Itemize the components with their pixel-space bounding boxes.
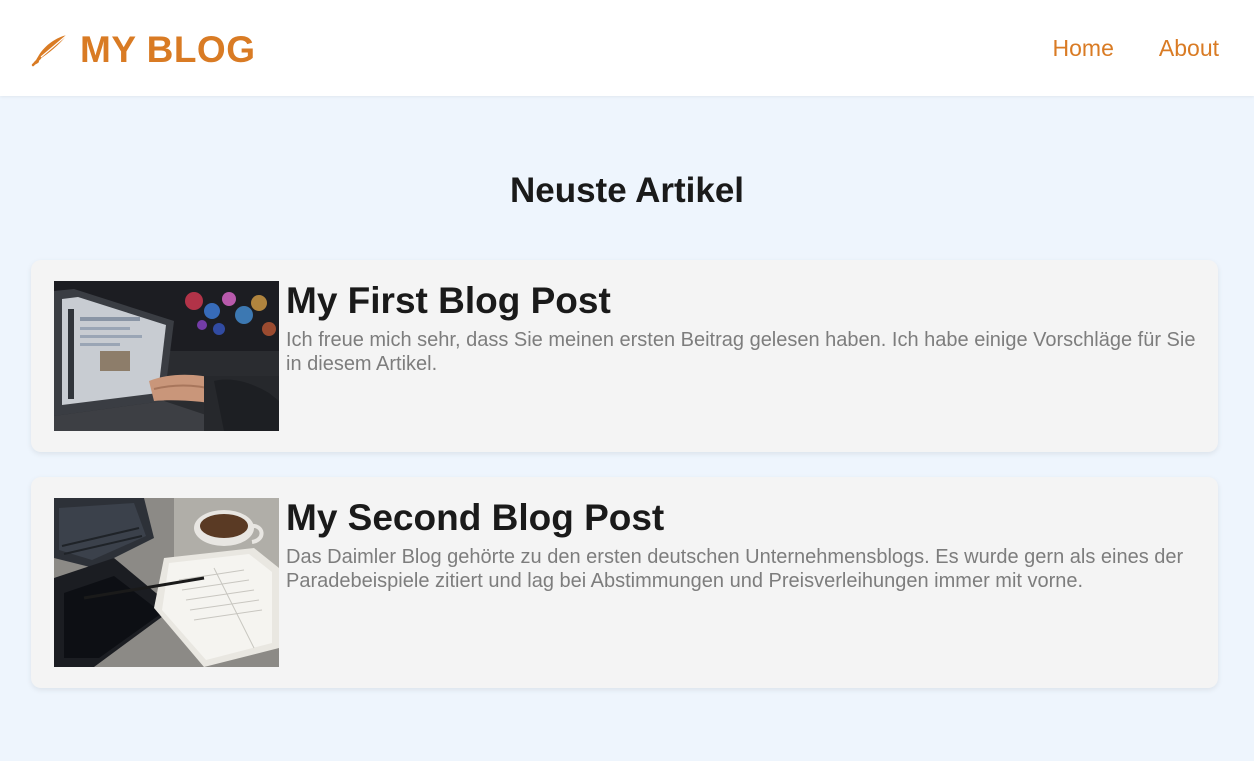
nav-link-home[interactable]: Home [1053,33,1114,63]
feather-pen-icon [31,34,68,67]
main-nav: Home About [1053,33,1219,63]
post-card[interactable]: My Second Blog Post Das Daimler Blog geh… [31,477,1218,688]
notebook-coffee-photo [54,498,279,667]
post-thumbnail-laptop[interactable] [54,281,279,431]
post-thumbnail-notebook[interactable] [54,498,279,667]
brand-logo-link[interactable]: MY BLOG [31,28,256,72]
post-title[interactable]: My First Blog Post [286,278,1196,324]
post-card[interactable]: My First Blog Post Ich freue mich sehr, … [31,260,1218,452]
post-body: My First Blog Post Ich freue mich sehr, … [286,278,1196,376]
post-excerpt: Ich freue mich sehr, dass Sie meinen ers… [286,329,1196,375]
post-excerpt: Das Daimler Blog gehörte zu den ersten d… [286,546,1184,592]
laptop-photo [54,281,279,431]
section-title: Neuste Artikel [509,171,745,210]
nav-link-about[interactable]: About [1159,33,1219,63]
site-header: MY BLOG Home About [0,0,1254,96]
site-title: MY BLOG [80,29,256,70]
post-body: My Second Blog Post Das Daimler Blog geh… [286,495,1196,593]
post-title[interactable]: My Second Blog Post [286,495,1196,541]
